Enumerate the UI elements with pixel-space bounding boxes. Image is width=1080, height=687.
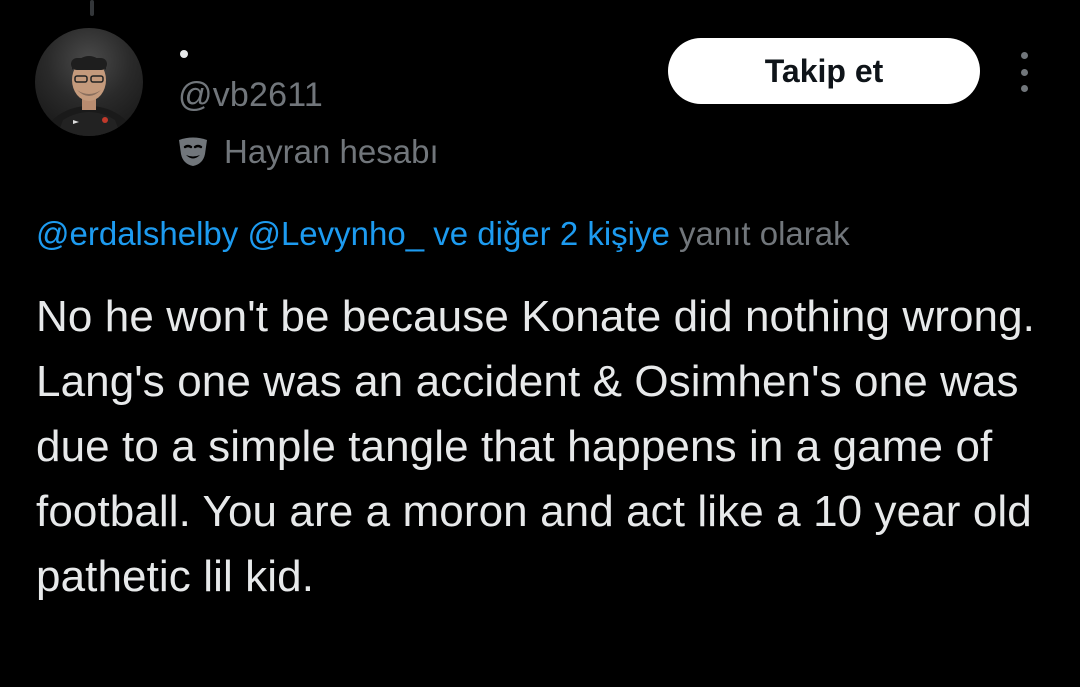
mention-others[interactable]: ve diğer 2 kişiye — [433, 215, 670, 252]
more-vertical-icon[interactable] — [1008, 52, 1040, 92]
tweet-text: No he won't be because Konate did nothin… — [36, 292, 1036, 601]
reply-context: @erdalshelby @Levynho_ ve diğer 2 kişiye… — [36, 212, 850, 256]
fan-account-badge: Hayran hesabı — [176, 133, 439, 170]
more-dot — [1020, 52, 1028, 59]
mention-levynho[interactable]: @Levynho_ — [247, 215, 424, 252]
display-name-dot — [180, 50, 188, 58]
more-dot — [1020, 68, 1028, 76]
fan-account-label: Hayran hesabı — [224, 133, 439, 170]
mention-erdalshelby[interactable]: @erdalshelby — [36, 215, 238, 252]
user-handle[interactable]: @vb2611 — [178, 76, 323, 115]
avatar[interactable] — [35, 28, 143, 136]
avatar-image — [42, 56, 136, 136]
thread-connector-line — [90, 0, 94, 16]
follow-button[interactable]: Takip et — [668, 38, 980, 104]
more-dot — [1020, 85, 1028, 92]
reply-suffix: yanıt olarak — [679, 215, 850, 252]
theater-masks-icon — [179, 137, 207, 166]
